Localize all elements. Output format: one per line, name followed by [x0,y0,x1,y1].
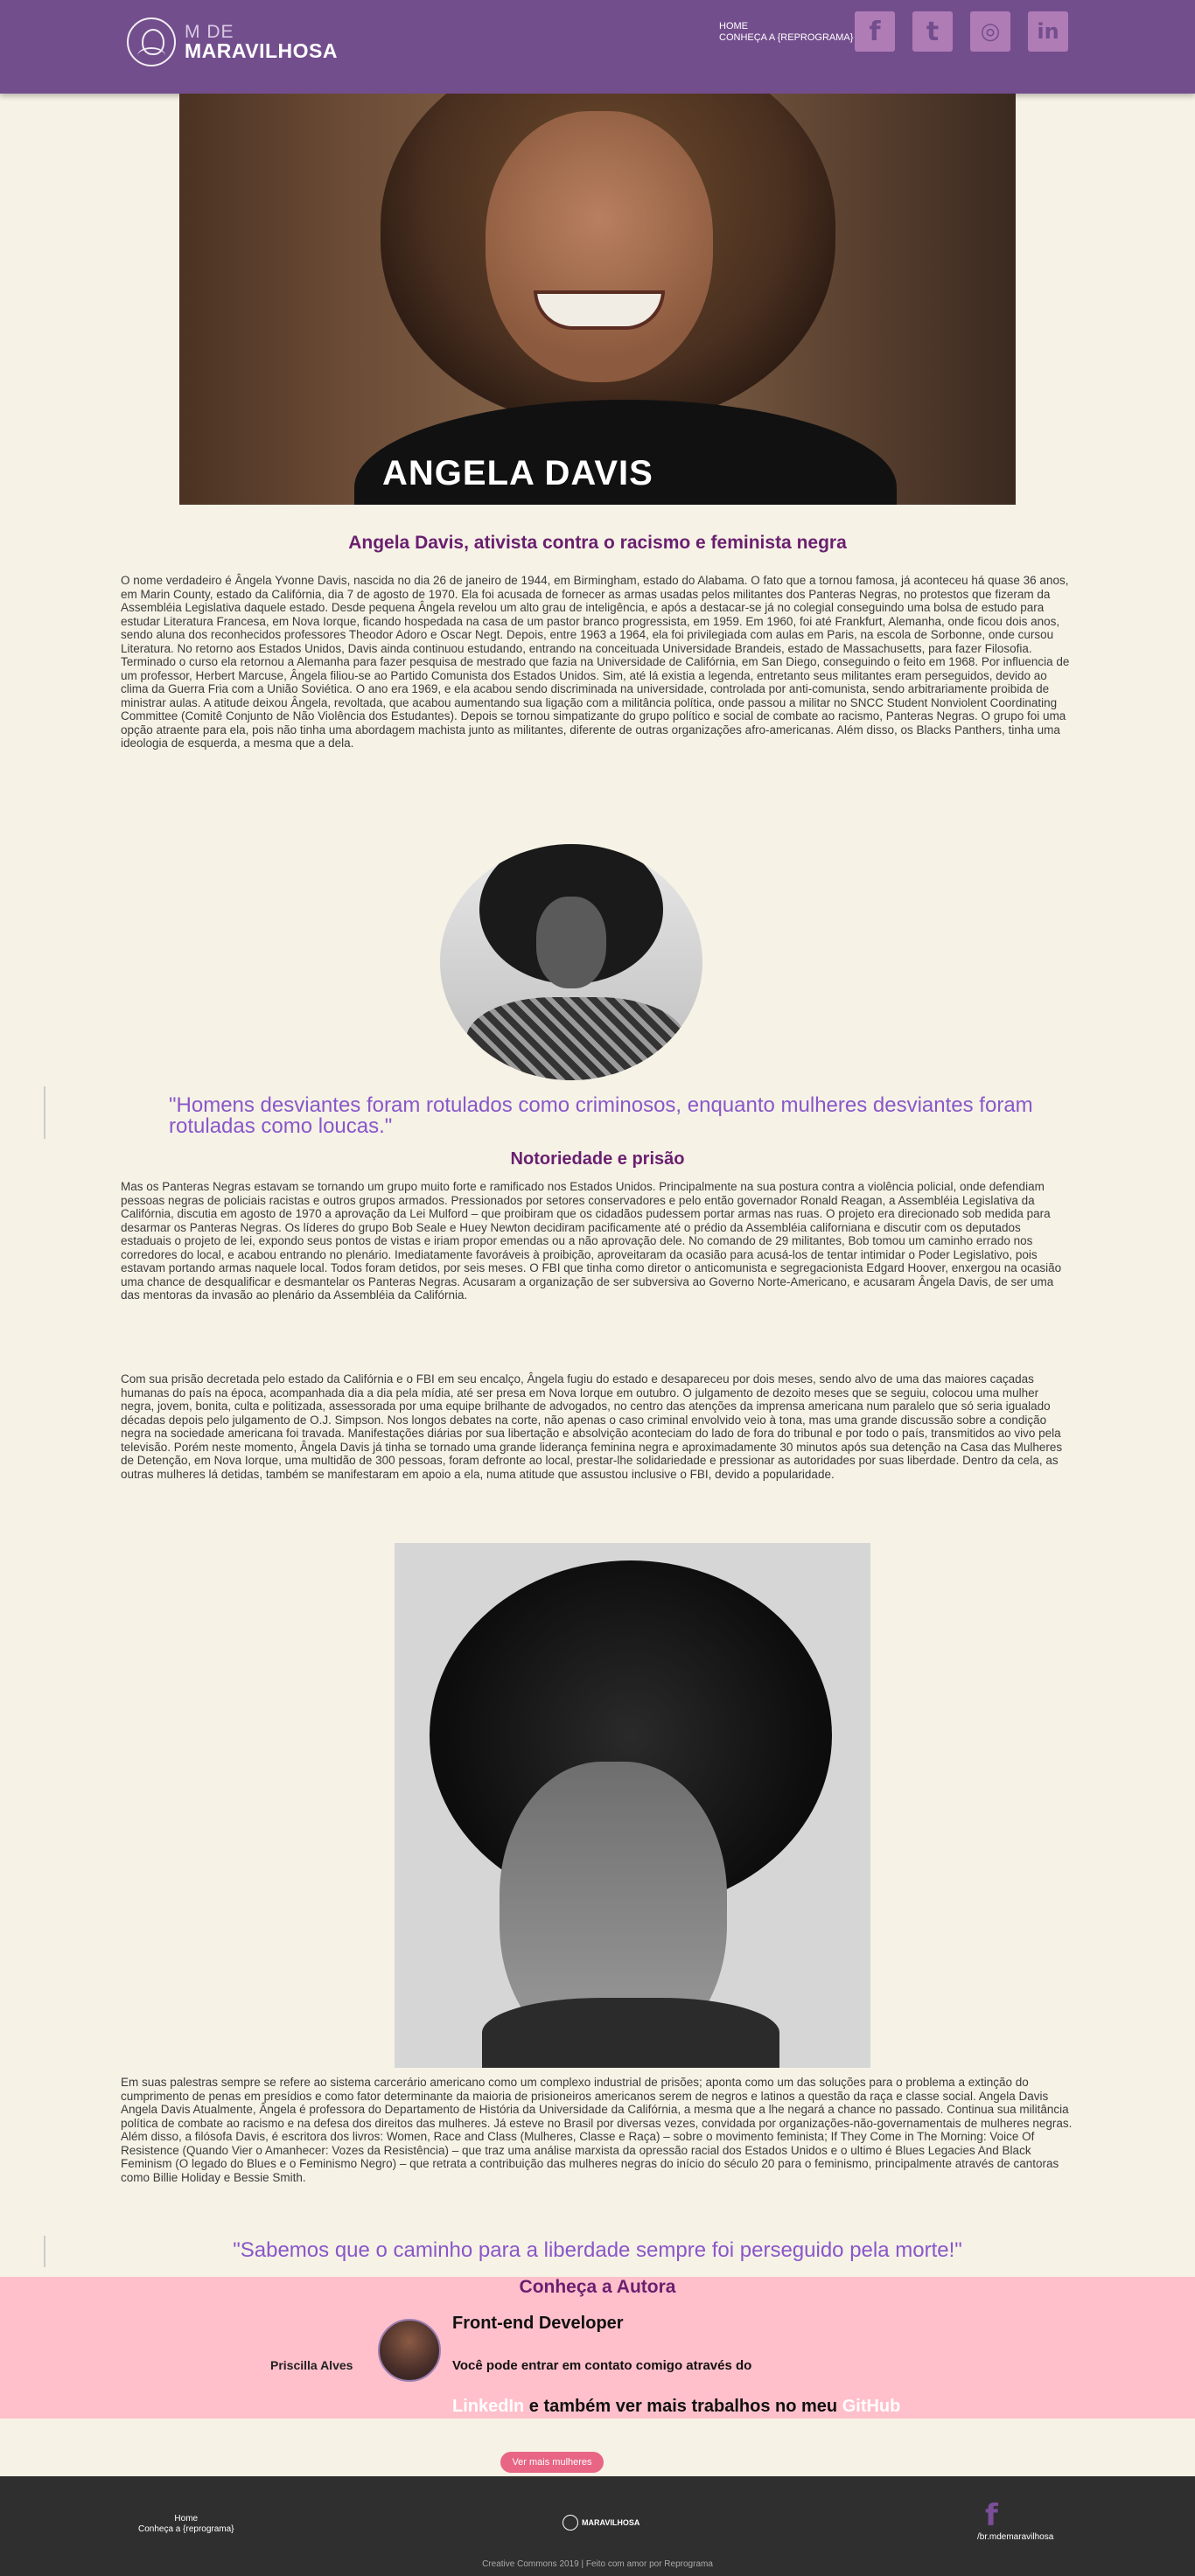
article-paragraph-4: Em suas palestras sempre se refere ao si… [121,2076,1073,2184]
site-logo[interactable]: M DE MARAVILHOSA [127,17,338,66]
footer-copyright: Creative Commons 2019 | Feito com amor p… [482,2559,713,2569]
logo-small-text: M DE [185,22,234,42]
top-nav: HOME CONHEÇA A {REPROGRAMA} [719,21,853,44]
nav-reprograma-link[interactable]: CONHEÇA A {REPROGRAMA} [719,32,853,44]
linkedin-link[interactable]: LinkedIn [452,2397,524,2416]
author-links-line: LinkedIn e também ver mais trabalhos no … [452,2397,900,2417]
hero-banner: ANGELA DAVIS [179,94,1016,505]
logo-big-text: MARAVILHOSA [185,39,339,62]
article-paragraph-1: O nome verdadeiro é Ângela Yvonne Davis,… [121,574,1070,750]
angela-circle-photo [440,844,702,1080]
author-links-middle: e também ver mais trabalhos no meu [524,2397,842,2416]
footer-logo[interactable]: MARAVILHOSA [563,2515,639,2531]
angela-portrait-photo [395,1543,870,2068]
footer-home-link[interactable]: Home [138,2514,234,2524]
facebook-icon[interactable]: f [855,11,895,52]
article-heading: Angela Davis, ativista contra o racismo … [348,533,847,553]
site-header: M DE MARAVILHOSA HOME CONHEÇA A {REPROGR… [0,0,1195,94]
more-women-button[interactable]: Ver mais mulheres [500,2452,604,2473]
author-contact-text: Você pode entrar em contato comigo atrav… [452,2358,752,2373]
twitter-icon[interactable]: t [912,11,953,52]
quote-1: "Homens desviantes foram rotulados como … [169,1093,1033,1138]
footer-facebook-handle[interactable]: /br.mdemaravilhosa [977,2532,1053,2542]
footer-nav: Home Conheça a {reprograma} [138,2514,234,2535]
author-avatar [378,2319,441,2382]
instagram-icon[interactable]: ◎ [970,11,1010,52]
woman-face-icon [127,17,176,66]
github-link[interactable]: GitHub [842,2397,901,2416]
author-role: Front-end Developer [452,2314,624,2333]
author-heading: Conheça a Autora [519,2277,676,2297]
footer-facebook-icon[interactable]: f [985,2498,998,2533]
footer-reprograma-link[interactable]: Conheça a {reprograma} [138,2524,234,2535]
article-paragraph-2: Mas os Panteras Negras estavam se tornan… [121,1180,1062,1302]
nav-home-link[interactable]: HOME [719,21,853,32]
linkedin-icon[interactable]: in [1028,11,1068,52]
section-heading-notoriedade: Notoriedade e prisão [510,1149,685,1169]
author-section: Conheça a Autora Priscilla Alves Front-e… [0,2277,1195,2419]
site-footer: Home Conheça a {reprograma} MARAVILHOSA … [0,2476,1195,2576]
quote-2: "Sabemos que o caminho para a liberdade … [233,2238,962,2262]
hero-title: ANGELA DAVIS [382,454,653,492]
woman-face-icon [563,2515,578,2531]
author-name: Priscilla Alves [270,2358,353,2372]
article-paragraph-3: Com sua prisão decretada pelo estado da … [121,1372,1063,1481]
